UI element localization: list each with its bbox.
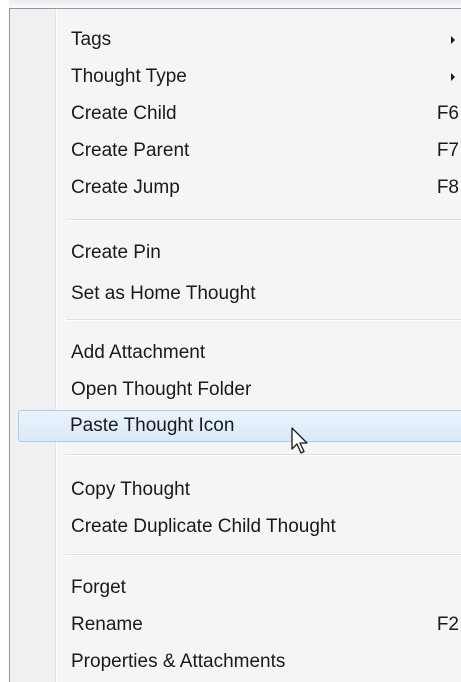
menu-separator — [66, 319, 461, 321]
menu-item-label: Create Parent — [71, 140, 190, 161]
menu-item-label: Open Thought Folder — [71, 379, 252, 400]
menu-separator — [66, 454, 461, 456]
menu-item-label: Thought Type — [71, 66, 187, 87]
menu-item-label: Create Duplicate Child Thought — [71, 516, 336, 537]
menu-separator — [66, 554, 461, 556]
menu-item-thought-type[interactable]: Thought Type — [19, 61, 459, 93]
menu-item-copy-thought[interactable]: Copy Thought — [19, 474, 459, 506]
menu-item-label: Properties & Attachments — [71, 651, 286, 672]
menu-item-create-child[interactable]: Create Child F6 — [19, 98, 459, 130]
menu-item-label: Create Child — [71, 103, 177, 124]
menu-item-shortcut: F7 — [436, 140, 459, 161]
menu-item-rename[interactable]: Rename F2 — [19, 609, 459, 641]
menu-item-label: Rename — [71, 614, 143, 635]
menu-item-shortcut: F2 — [436, 614, 459, 635]
menu-item-set-home-thought[interactable]: Set as Home Thought — [19, 278, 459, 310]
menu-item-create-duplicate-child[interactable]: Create Duplicate Child Thought — [19, 511, 459, 543]
menu-item-shortcut: F8 — [436, 177, 459, 198]
menu-item-open-thought-folder[interactable]: Open Thought Folder — [19, 374, 459, 406]
menu-item-label: Tags — [71, 29, 112, 50]
menu-item-label: Create Pin — [71, 242, 161, 263]
menu-item-label: Forget — [71, 577, 126, 598]
menu-item-label: Create Jump — [71, 177, 180, 198]
menu-separator — [66, 219, 461, 221]
menu-item-paste-thought-icon[interactable]: Paste Thought Icon — [18, 410, 461, 442]
context-menu: Tags Thought Type Create Child F6 Create… — [9, 8, 461, 682]
menu-item-tags[interactable]: Tags — [19, 24, 459, 56]
menu-item-create-parent[interactable]: Create Parent F7 — [19, 135, 459, 167]
menu-item-properties-attachments[interactable]: Properties & Attachments — [19, 646, 459, 678]
submenu-arrow-icon — [451, 36, 455, 44]
menu-item-label: Copy Thought — [71, 479, 191, 500]
menu-item-create-jump[interactable]: Create Jump F8 — [19, 172, 459, 204]
menu-item-label: Paste Thought Icon — [70, 415, 235, 436]
menu-item-label: Set as Home Thought — [71, 283, 256, 304]
window-left-edge — [0, 0, 9, 682]
submenu-arrow-icon — [451, 73, 455, 81]
menu-item-create-pin[interactable]: Create Pin — [19, 237, 459, 269]
menu-item-forget[interactable]: Forget — [19, 572, 459, 604]
menu-item-add-attachment[interactable]: Add Attachment — [19, 337, 459, 369]
menu-item-label: Add Attachment — [71, 342, 206, 363]
arrow-cursor-icon — [291, 427, 308, 454]
menu-item-shortcut: F6 — [436, 103, 459, 124]
